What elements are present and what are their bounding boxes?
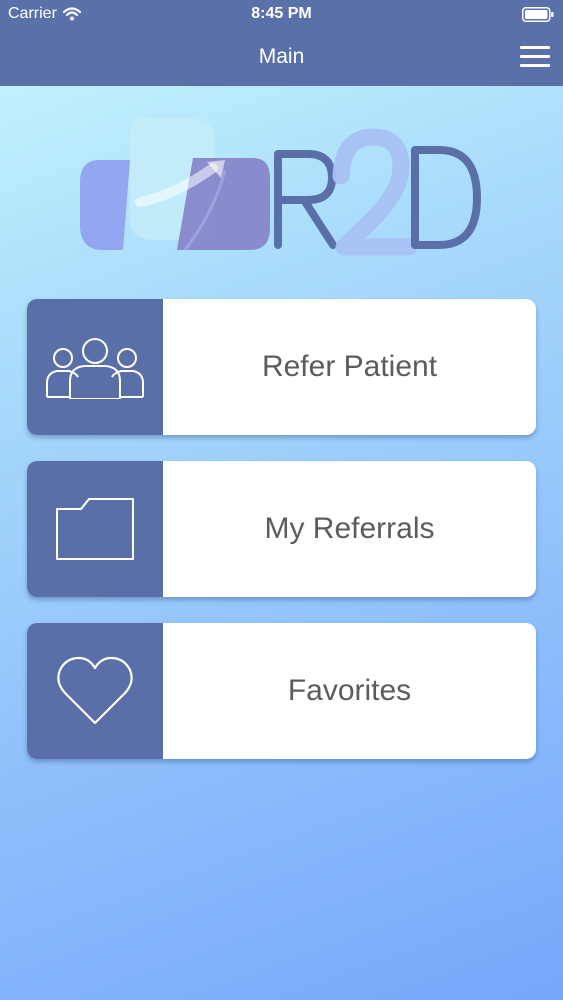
patients-group-icon [46, 338, 144, 399]
page-title: Main [258, 45, 305, 68]
status-bar: Carrier 8:45 PM [0, 0, 563, 30]
logo-mark [80, 118, 270, 251]
my-referrals-icon-box [27, 461, 163, 597]
refer-patient-label: Refer Patient [261, 350, 438, 383]
app-header: Carrier 8:45 PM Main [0, 0, 563, 86]
status-time: 8:45 PM [251, 5, 312, 22]
my-referrals-button[interactable]: My Referrals [27, 461, 536, 597]
favorites-icon-box [27, 623, 163, 759]
favorites-label: Favorites [287, 674, 412, 707]
logo-text [274, 128, 481, 256]
heart-icon [57, 656, 133, 725]
r2d-logo [80, 118, 481, 256]
refer-patient-icon-box [27, 299, 163, 435]
favorites-button[interactable]: Favorites [27, 623, 536, 759]
my-referrals-label: My Referrals [264, 512, 435, 545]
hamburger-menu-icon[interactable] [520, 44, 550, 68]
refer-patient-button[interactable]: Refer Patient [27, 299, 536, 435]
battery-icon [522, 7, 554, 22]
folder-icon [56, 498, 134, 560]
